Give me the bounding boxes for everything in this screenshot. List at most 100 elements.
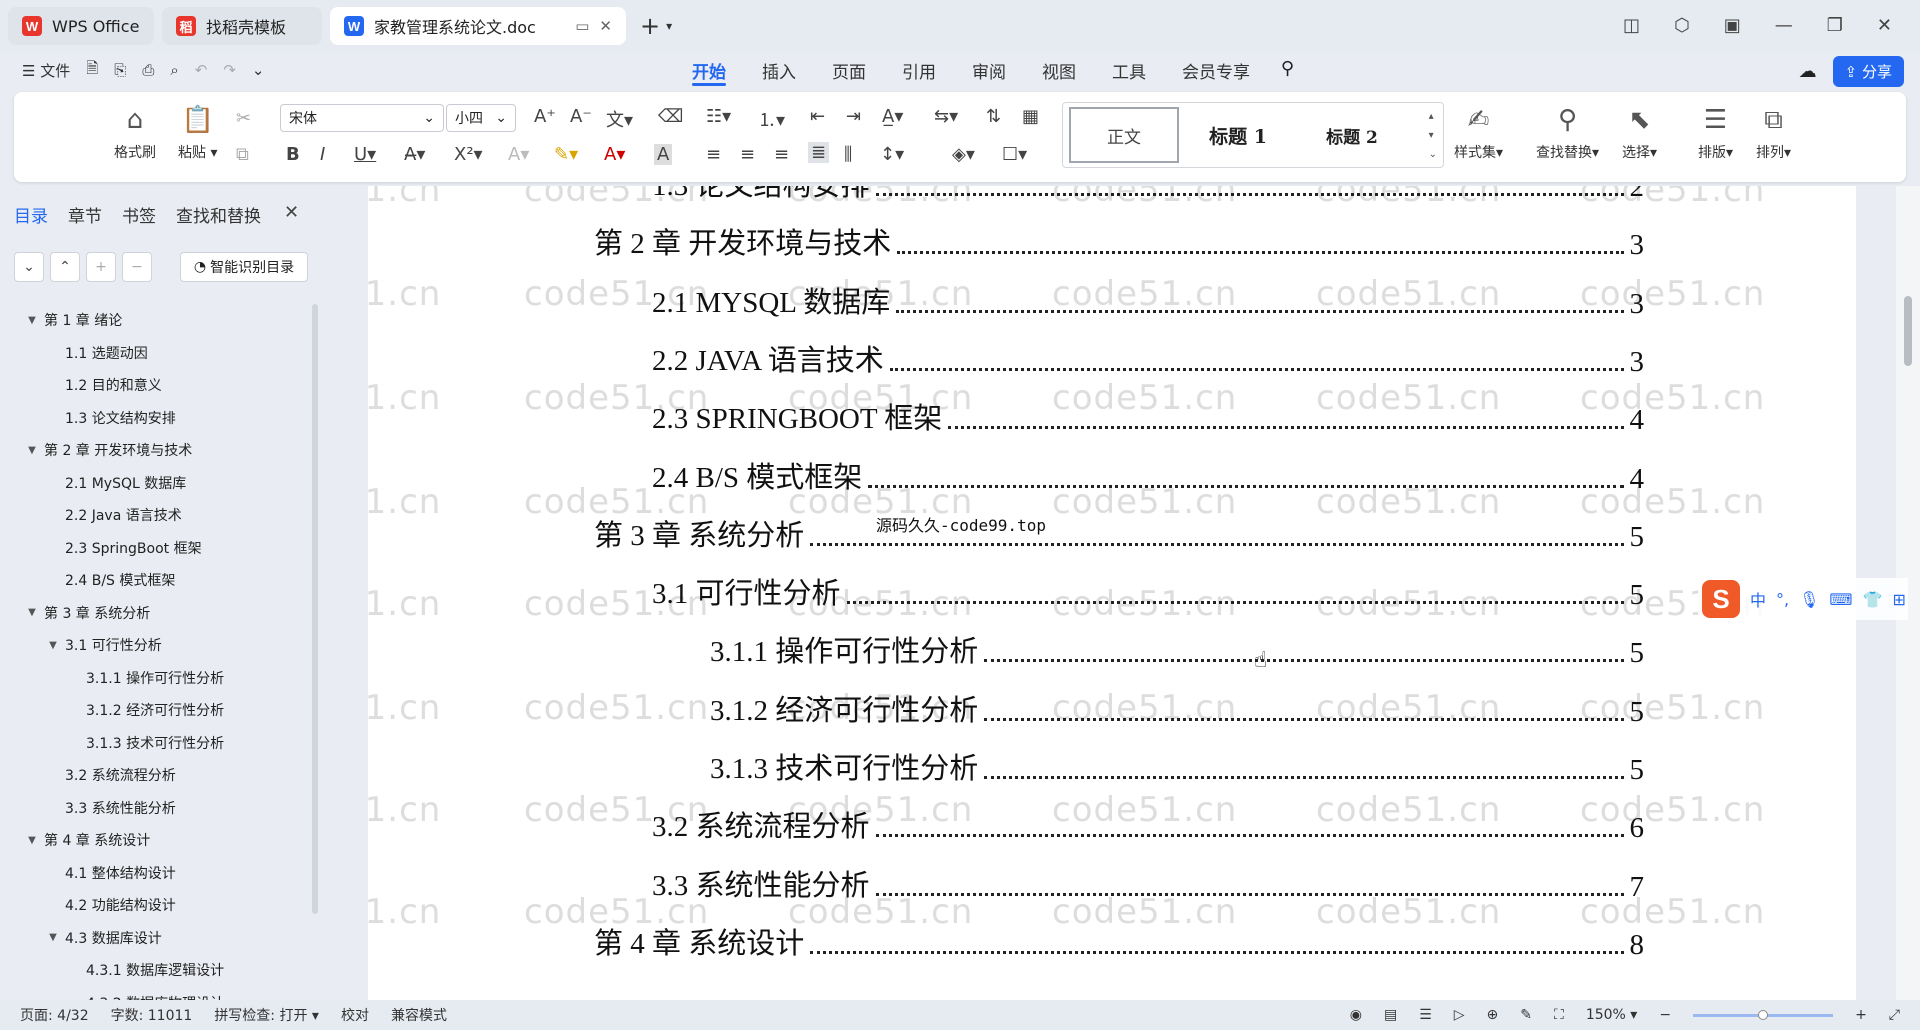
play-icon[interactable]: ▷ <box>1454 1007 1465 1023</box>
minimize-icon[interactable]: — <box>1775 15 1793 36</box>
expand-down-button[interactable]: ⌄ <box>14 252 44 282</box>
collapse-up-button[interactable]: ⌃ <box>50 252 80 282</box>
expand-arrow-icon[interactable]: ▼ <box>47 640 59 651</box>
toc-entry[interactable]: 2.3 SPRINGBOOT 框架 4 <box>652 397 1644 437</box>
cut-icon[interactable]: ✂ <box>236 108 251 129</box>
toc-entry[interactable]: 3.3 系统性能分析 7 <box>652 864 1644 904</box>
avatar[interactable]: ▣ <box>1724 15 1741 36</box>
fit-page-icon[interactable]: ⛶ <box>1554 1007 1564 1023</box>
ribbon-tab[interactable]: 审阅 <box>954 52 1024 88</box>
add-heading-button[interactable]: + <box>86 252 116 282</box>
scroll-thumb[interactable] <box>1904 296 1912 366</box>
tab-wps-office[interactable]: W WPS Office <box>8 7 154 45</box>
toc-item[interactable]: ▼ 4.3 数据库设计 <box>0 922 310 955</box>
cube-icon[interactable]: ⬡ <box>1674 15 1690 36</box>
zoom-out-icon[interactable]: − <box>1659 1007 1671 1023</box>
tab-bookmarks[interactable]: 书签 <box>122 202 156 227</box>
text-direction-icon[interactable]: A̲▾ <box>882 106 903 127</box>
align-left-icon[interactable]: ≡ <box>706 144 721 165</box>
quick-access-chevron-icon[interactable]: ⌄ <box>252 61 265 79</box>
zoom-level[interactable]: 150% ▾ <box>1586 1007 1638 1023</box>
toc-entry[interactable]: 3.1.1 操作可行性分析 5 <box>710 630 1644 670</box>
toc-item[interactable]: ▼ 第 3 章 系统分析 <box>0 597 310 630</box>
highlight-icon[interactable]: ✎▾ <box>554 144 578 165</box>
toc-entry[interactable]: 第 2 章 开发环境与技术 3 <box>594 222 1644 262</box>
outline-view-icon[interactable]: ☰ <box>1419 1007 1432 1023</box>
tab-document[interactable]: W 家教管理系统论文.doc ▭ ✕ <box>330 7 626 45</box>
show-marks-icon[interactable]: ▦ <box>1022 106 1039 127</box>
tab-toc[interactable]: 目录 <box>14 202 48 227</box>
toc-item[interactable]: 4.2 功能结构设计 <box>0 889 310 922</box>
font-size-select[interactable]: 小四 ⌄ <box>446 104 516 132</box>
distributed-icon[interactable]: ⫼ <box>844 144 852 165</box>
tab-chapters[interactable]: 章节 <box>68 202 102 227</box>
share-button[interactable]: ⇪ 分享 <box>1832 56 1904 87</box>
eye-protect-icon[interactable]: ◉ <box>1350 1007 1362 1023</box>
toc-item[interactable]: 2.3 SpringBoot 框架 <box>0 532 310 565</box>
toc-item[interactable]: 4.3.1 数据库逻辑设计 <box>0 954 310 987</box>
toc-entry[interactable]: 2.2 JAVA 语言技术 3 <box>652 339 1644 379</box>
tab-template[interactable]: 稻 找稻壳模板 <box>162 7 322 45</box>
toc-entry[interactable]: 3.1.2 经济可行性分析 5 <box>710 689 1644 729</box>
justify-icon[interactable]: ≣ <box>808 142 830 163</box>
word-count[interactable]: 字数: 11011 <box>111 1005 193 1025</box>
layout-icon[interactable]: ◫ <box>1623 15 1640 36</box>
monitor-icon[interactable]: ▭ <box>575 17 589 35</box>
copy-icon[interactable]: ⧉ <box>236 144 249 165</box>
toolbox-icon[interactable]: ⊞ <box>1892 590 1905 609</box>
toc-item[interactable]: ▼ 第 4 章 系统设计 <box>0 824 310 857</box>
style-heading-2[interactable]: 标题 2 <box>1297 107 1407 163</box>
ribbon-tab[interactable]: 页面 <box>814 52 884 88</box>
shading-icon[interactable]: ◈▾ <box>952 144 975 165</box>
underline-icon[interactable]: U▾ <box>354 144 376 165</box>
toc-entry[interactable]: 第 4 章 系统设计 8 <box>594 922 1644 962</box>
zoom-in-icon[interactable]: + <box>1855 1007 1867 1023</box>
expand-arrow-icon[interactable]: ▼ <box>26 315 38 326</box>
phonetic-icon[interactable]: 文▾ <box>606 106 633 132</box>
format-painter-button[interactable]: ⌂ 格式刷 <box>114 104 156 162</box>
paste-button[interactable]: 📋 粘贴 ▾ <box>178 104 217 162</box>
save-icon[interactable]: 🗎 <box>86 58 98 83</box>
expand-arrow-icon[interactable]: ▼ <box>26 445 38 456</box>
web-view-icon[interactable]: ⊕ <box>1487 1007 1499 1023</box>
bullets-icon[interactable]: ☷▾ <box>706 106 731 127</box>
ribbon-tab[interactable]: 插入 <box>744 52 814 88</box>
toc-item[interactable]: 1.1 选题动因 <box>0 337 310 370</box>
toc-item[interactable]: 2.1 MySQL 数据库 <box>0 467 310 500</box>
text-effect-icon[interactable]: A▾ <box>508 144 529 165</box>
remove-heading-button[interactable]: − <box>122 252 152 282</box>
toc-item[interactable]: 1.2 目的和意义 <box>0 369 310 402</box>
print-icon[interactable]: ⎙ <box>142 61 154 79</box>
font-name-select[interactable]: 宋体 ⌄ <box>280 104 444 132</box>
font-color-icon[interactable]: A▾ <box>604 144 625 165</box>
sogou-logo-icon[interactable]: S <box>1702 580 1740 618</box>
strikethrough-icon[interactable]: A̶▾ <box>404 144 425 165</box>
clear-format-icon[interactable]: ⌫ <box>658 106 683 127</box>
increase-indent-icon[interactable]: ⇥ <box>846 106 861 127</box>
toc-item[interactable]: ▼ 第 2 章 开发环境与技术 <box>0 434 310 467</box>
expand-arrow-icon[interactable]: ▼ <box>47 932 59 943</box>
find-replace-button[interactable]: ⚲ 查找替换▾ <box>1536 104 1599 162</box>
cloud-icon[interactable]: ☁ <box>1799 61 1817 82</box>
sort-icon[interactable]: ⇅ <box>986 106 1001 127</box>
file-menu[interactable]: ☰ 文件 <box>22 60 70 81</box>
toc-entry[interactable]: 3.1 可行性分析 5 <box>652 572 1644 612</box>
toc-item[interactable]: ▼ 3.1 可行性分析 <box>0 629 310 662</box>
convert-icon[interactable]: ⇆▾ <box>934 106 958 127</box>
toc-item[interactable]: 4.1 整体结构设计 <box>0 857 310 890</box>
borders-icon[interactable]: ☐▾ <box>1002 144 1027 165</box>
toc-item[interactable]: ▼ 第 1 章 绪论 <box>0 304 310 337</box>
ribbon-tab[interactable]: 会员专享 <box>1164 52 1268 88</box>
toc-item[interactable]: 2.4 B/S 模式框架 <box>0 564 310 597</box>
toc-item[interactable]: 3.3 系统性能分析 <box>0 792 310 825</box>
undo-icon[interactable]: ↶ <box>195 61 208 79</box>
italic-icon[interactable]: I <box>320 144 325 165</box>
chevron-down-icon[interactable]: ▾ <box>666 19 672 33</box>
toc-item[interactable]: 3.1.3 技术可行性分析 <box>0 727 310 760</box>
keyboard-icon[interactable]: ⌨ <box>1829 590 1852 609</box>
superscript-icon[interactable]: X²▾ <box>454 144 483 165</box>
style-heading-1[interactable]: 标题 1 <box>1183 107 1293 163</box>
select-button[interactable]: ⬉ 选择▾ <box>1622 104 1657 162</box>
ime-mode[interactable]: 中 <box>1750 587 1766 611</box>
smart-toc-button[interactable]: ◔ 智能识别目录 <box>180 252 308 282</box>
